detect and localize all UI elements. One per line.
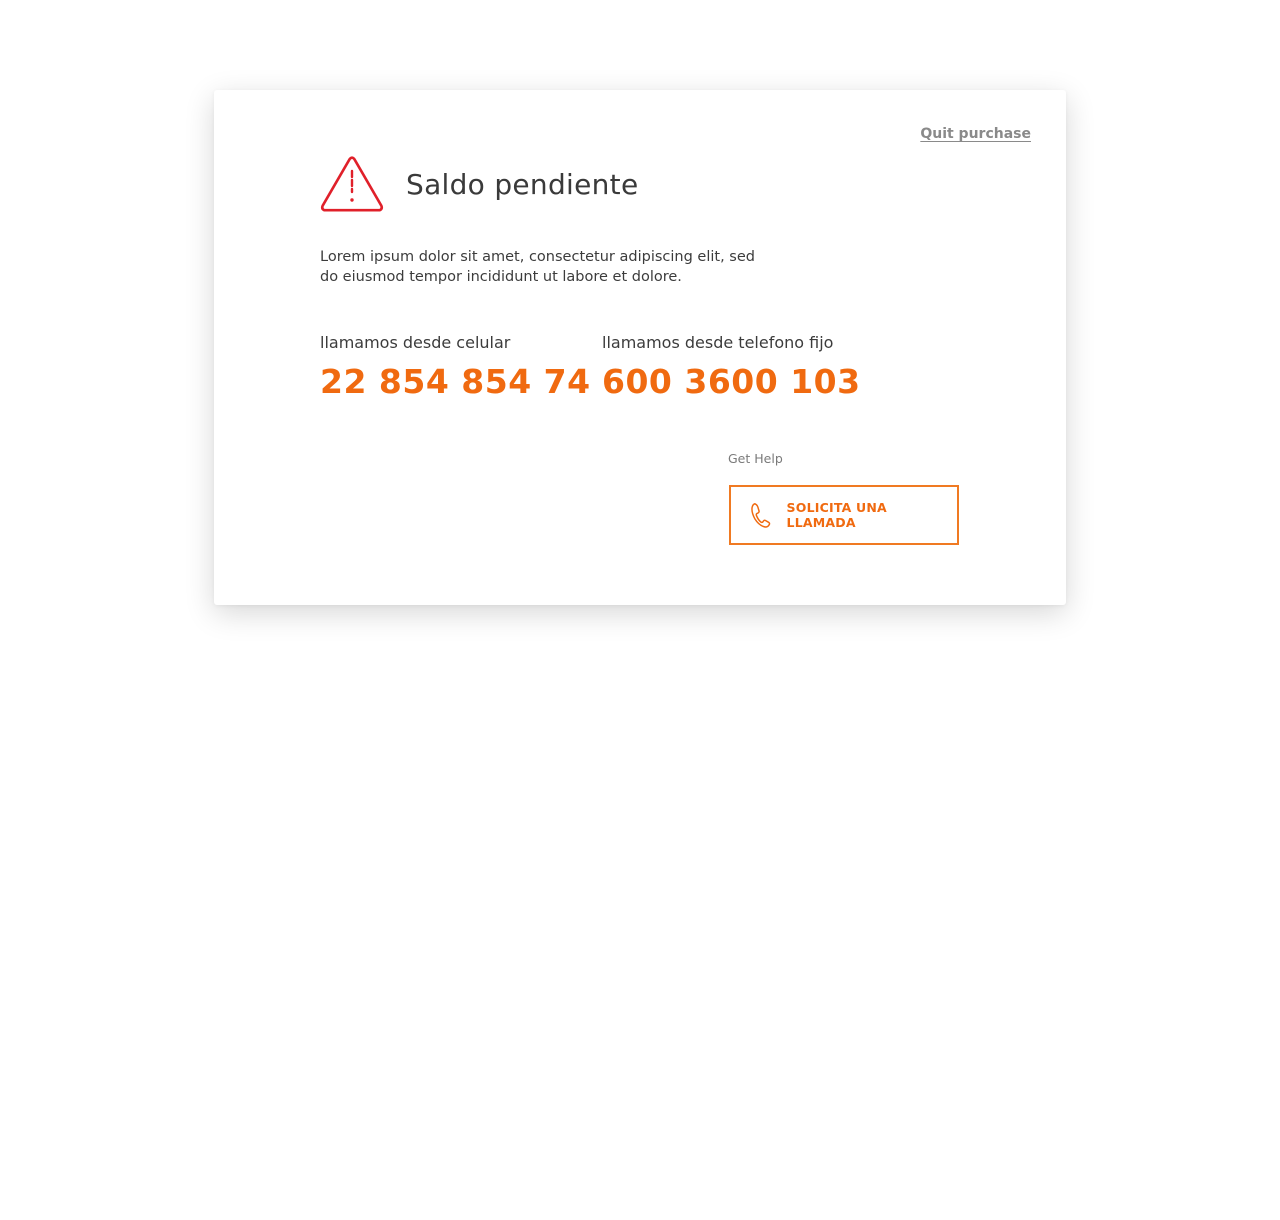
quit-purchase-link[interactable]: Quit purchase [920,126,1031,142]
mobile-phone-block: llamamos desde celular 22 854 854 74 [320,333,591,401]
warning-triangle-icon [320,156,384,212]
phone-icon [751,503,771,528]
landline-phone-label: llamamos desde telefono fijo [602,333,834,352]
mobile-phone-label: llamamos desde celular [320,333,511,352]
request-call-button[interactable]: SOLICITA UNA LLAMADA [729,485,959,545]
dialog-header: Saldo pendiente [320,156,639,213]
request-call-label: SOLICITA UNA LLAMADA [786,500,887,530]
dialog-title: Saldo pendiente [406,168,639,201]
outstanding-balance-dialog: Quit purchase Saldo pendiente Lorem ipsu… [214,90,1066,605]
landline-phone-number: 600 3600 103 [602,362,861,401]
mobile-phone-number: 22 854 854 74 [320,362,591,401]
landline-phone-block: llamamos desde telefono fijo 600 3600 10… [602,333,861,401]
dialog-description: Lorem ipsum dolor sit amet, consectetur … [320,249,755,285]
get-help-label: Get Help [728,451,783,466]
